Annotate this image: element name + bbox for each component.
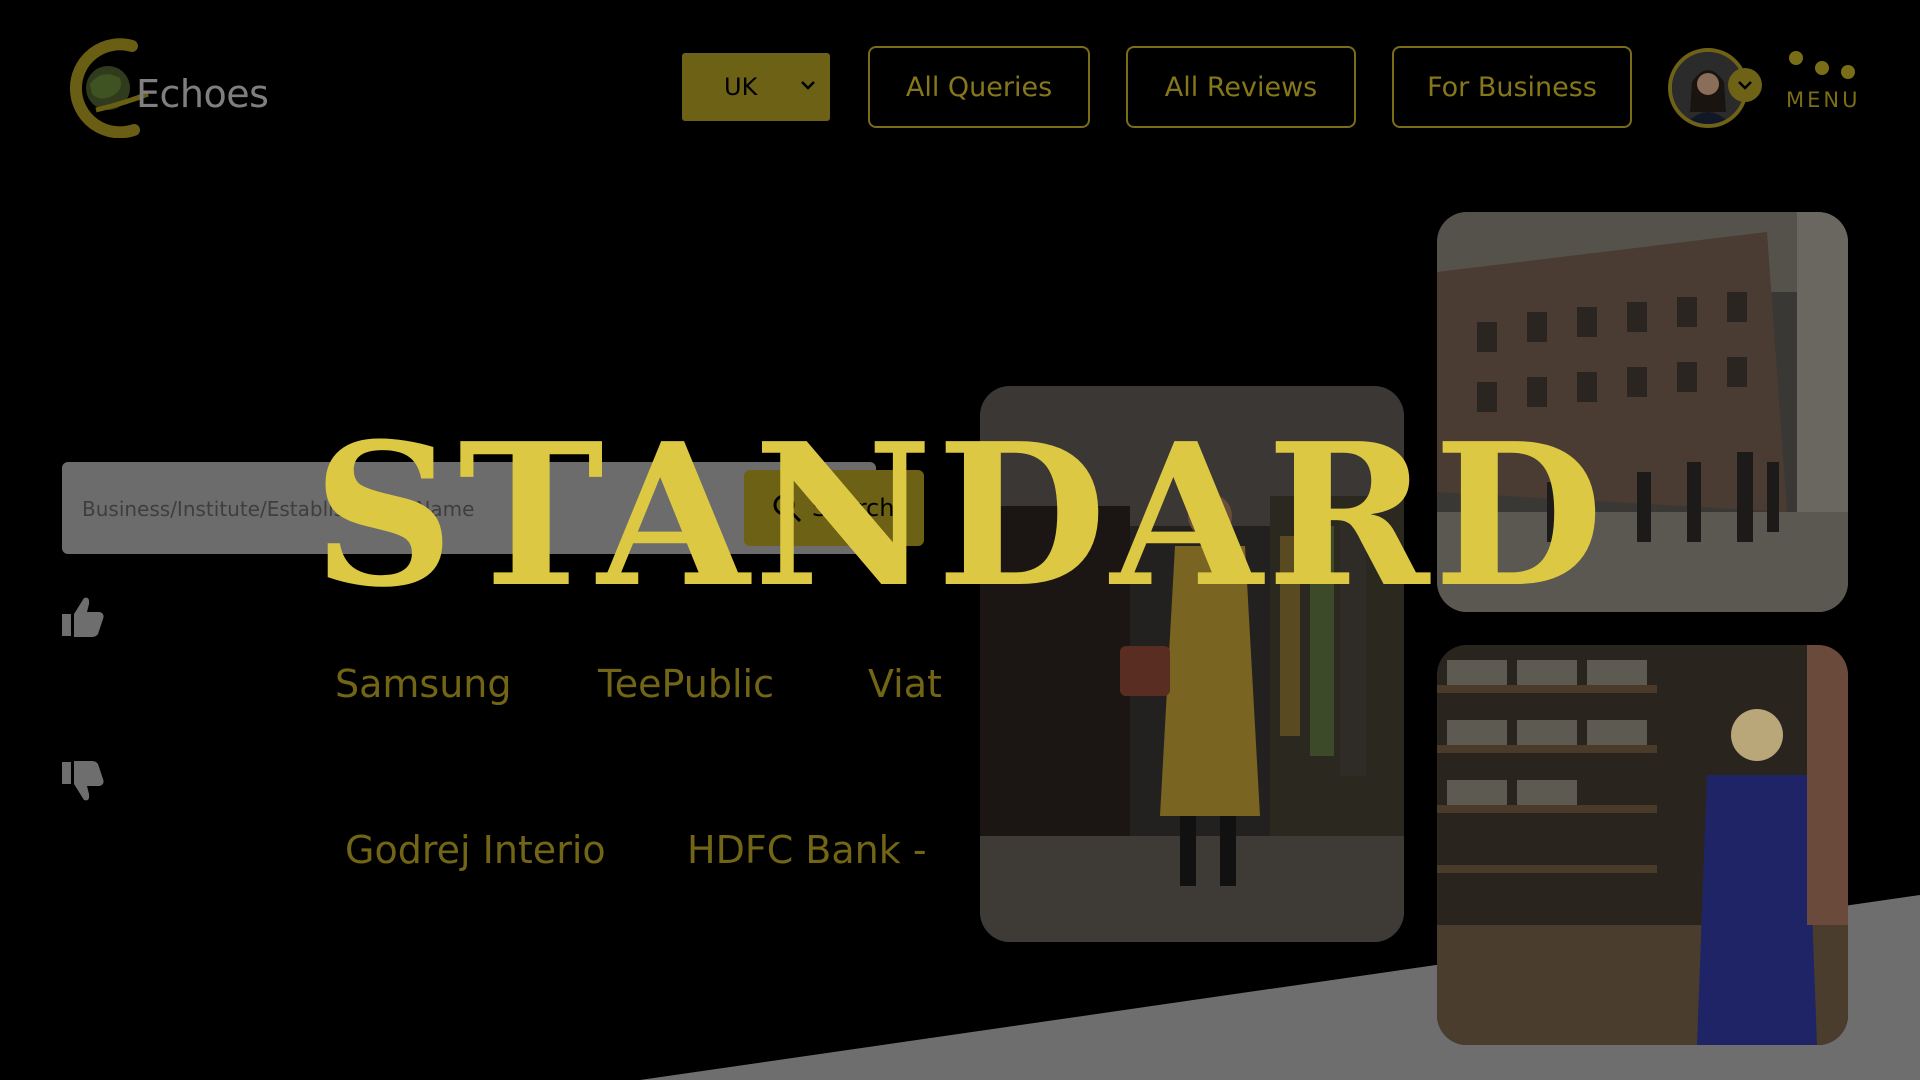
nav-for-business-button[interactable]: For Business — [1392, 46, 1632, 128]
avatar-dropdown-toggle[interactable] — [1728, 68, 1762, 102]
menu-label[interactable]: MENU — [1786, 88, 1860, 112]
search-input[interactable] — [80, 490, 704, 528]
brand-link[interactable]: TeePublic — [598, 662, 774, 706]
photo-woman-shopping — [980, 386, 1404, 942]
search-button-label: Search — [812, 494, 895, 522]
chevron-down-icon — [1738, 81, 1752, 90]
brand-link[interactable]: HDFC Bank - — [687, 828, 927, 872]
search-button[interactable]: Search — [744, 470, 924, 546]
country-select[interactable]: UK — [682, 53, 830, 121]
echoes-logo[interactable]: Echoes — [62, 38, 292, 138]
brand-link[interactable]: Samsung — [335, 662, 512, 706]
thumbs-up-icon — [62, 597, 104, 637]
chevron-down-icon — [801, 81, 815, 90]
menu-dots-icon[interactable] — [1786, 48, 1858, 82]
logo-text: Echoes — [136, 72, 269, 116]
nav-all-reviews-button[interactable]: All Reviews — [1126, 46, 1356, 128]
nav-all-queries-button[interactable]: All Queries — [868, 46, 1090, 128]
photo-clothing-store — [1437, 645, 1848, 1045]
brand-link[interactable]: Viat — [868, 662, 942, 706]
country-select-value: UK — [724, 73, 758, 101]
search-bar: Search — [62, 462, 924, 554]
photo-city-street — [1437, 212, 1848, 612]
search-icon — [773, 494, 802, 523]
thumbs-down-icon — [62, 761, 104, 801]
brand-link[interactable]: Godrej Interio — [345, 828, 606, 872]
